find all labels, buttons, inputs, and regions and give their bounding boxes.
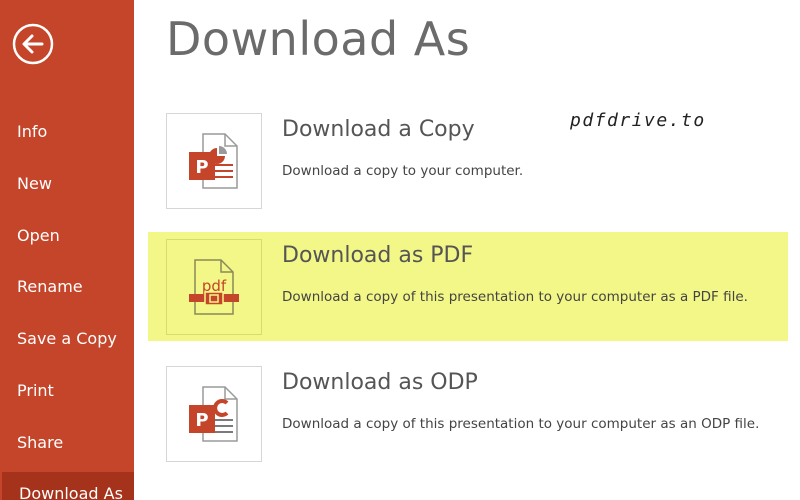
option-title: Download as ODP: [282, 370, 478, 395]
sidebar-item-rename[interactable]: Rename: [0, 265, 134, 309]
option-description: Download a copy to your computer.: [282, 163, 524, 179]
svg-text:P: P: [195, 157, 208, 178]
option-title: Download a Copy: [282, 117, 475, 142]
sidebar-item-share[interactable]: Share: [0, 421, 134, 465]
download-odp-option[interactable]: P Download as ODP Download a copy of thi…: [166, 366, 786, 466]
download-copy-option[interactable]: P Download a Copy Download a copy to you…: [166, 113, 786, 213]
download-copy-icon-box: P: [166, 113, 262, 209]
back-button[interactable]: [11, 22, 55, 66]
download-pdf-icon-box: pdf: [166, 239, 262, 335]
download-pdf-option[interactable]: pdf Download as PDF Download a copy of t…: [148, 232, 788, 341]
backstage-sidebar: Info New Open Rename Save a Copy Print S…: [0, 0, 134, 500]
pdf-file-icon: pdf: [189, 259, 239, 315]
page-title: Download As: [166, 12, 471, 66]
sidebar-item-open[interactable]: Open: [0, 214, 134, 258]
svg-text:P: P: [195, 410, 208, 431]
odp-file-icon: P: [189, 386, 238, 442]
sidebar-item-new[interactable]: New: [0, 162, 134, 206]
powerpoint-file-icon: P: [189, 133, 238, 189]
download-odp-icon-box: P: [166, 366, 262, 462]
option-description: Download a copy of this presentation to …: [282, 289, 748, 305]
back-arrow-icon: [12, 23, 54, 65]
sidebar-item-info[interactable]: Info: [0, 110, 134, 154]
option-description: Download a copy of this presentation to …: [282, 416, 760, 432]
sidebar-item-save-a-copy[interactable]: Save a Copy: [0, 317, 134, 361]
option-title: Download as PDF: [282, 243, 474, 268]
sidebar-item-download-as[interactable]: Download As: [2, 472, 134, 500]
sidebar-item-print[interactable]: Print: [0, 369, 134, 413]
